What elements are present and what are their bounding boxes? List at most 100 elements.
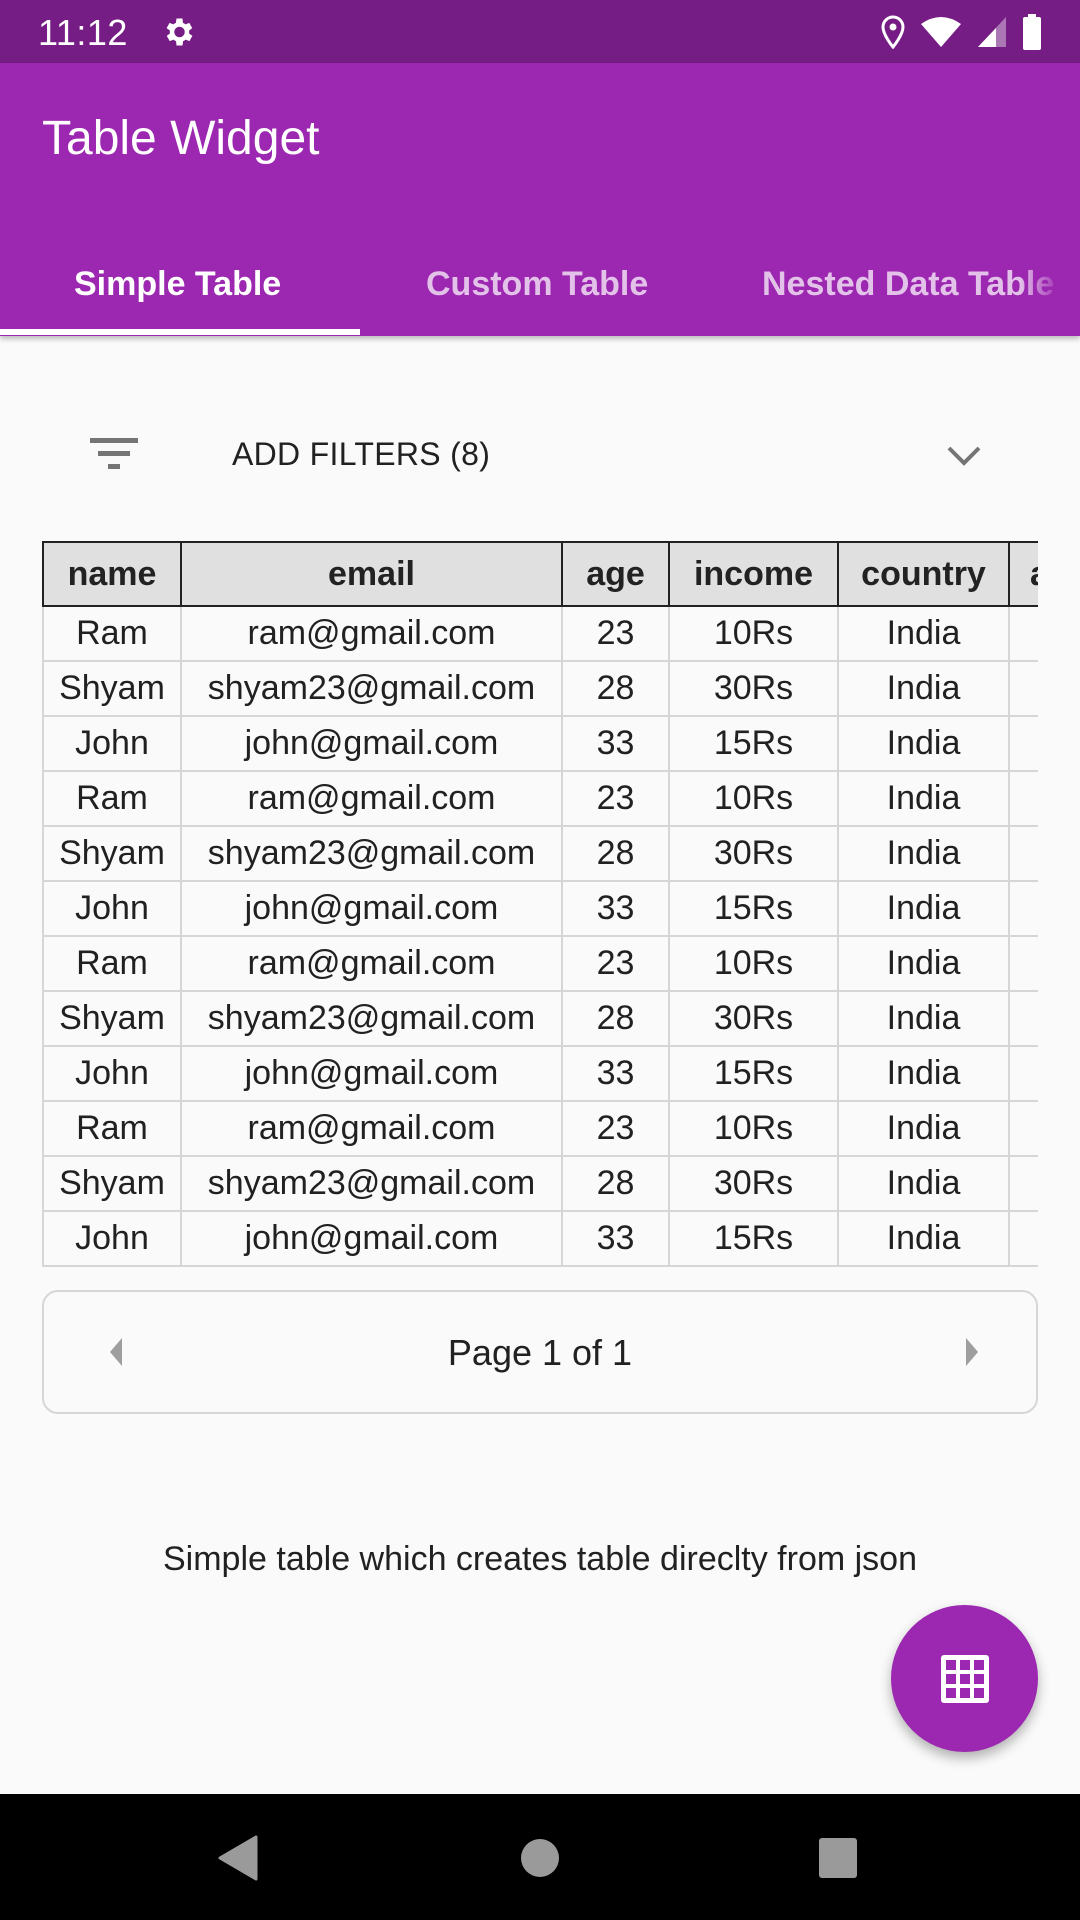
table-cell-country: India <box>837 880 1010 937</box>
table-cell-country: India <box>837 1155 1010 1212</box>
table-cell-name: Shyam <box>42 1155 182 1212</box>
table-cell-a <box>1008 1045 1038 1102</box>
table-cell-income: 10Rs <box>668 935 839 992</box>
table-cell-name: Ram <box>42 605 182 662</box>
table-cell-age: 28 <box>561 825 670 882</box>
table-row[interactable]: John john@gmail.com 33 15Rs India <box>42 1210 1038 1267</box>
table-cell-name: John <box>42 880 182 937</box>
status-time: 11:12 <box>38 12 128 53</box>
tab-simple-table[interactable]: Simple Table <box>74 241 281 336</box>
table-cell-country: India <box>837 770 1010 827</box>
table-row[interactable]: John john@gmail.com 33 15Rs India <box>42 1045 1038 1102</box>
table-cell-a <box>1008 605 1038 662</box>
table-cell-name: Shyam <box>42 825 182 882</box>
arrow-right-icon[interactable] <box>958 1334 988 1370</box>
tab-bar: Simple Table Custom Table Nested Data Ta… <box>0 241 1080 336</box>
fab-button[interactable] <box>891 1605 1038 1752</box>
back-button[interactable] <box>214 1834 262 1882</box>
table-row[interactable]: John john@gmail.com 33 15Rs India <box>42 715 1038 772</box>
table-row[interactable]: John john@gmail.com 33 15Rs India <box>42 880 1038 937</box>
table-cell-a <box>1008 715 1038 772</box>
table-cell-income: 15Rs <box>668 1045 839 1102</box>
table-cell-a <box>1008 770 1038 827</box>
table-cell-a <box>1008 990 1038 1047</box>
table-cell-age: 28 <box>561 660 670 717</box>
column-header-income[interactable]: income <box>668 541 839 607</box>
app-bar: Table Widget Simple Table Custom Table N… <box>0 63 1080 336</box>
table-cell-email: ram@gmail.com <box>180 1100 563 1157</box>
table-cell-email: john@gmail.com <box>180 1045 563 1102</box>
tab-indicator <box>0 329 360 335</box>
wifi-icon <box>921 17 961 47</box>
table-cell-email: john@gmail.com <box>180 1210 563 1267</box>
table-cell-country: India <box>837 660 1010 717</box>
table-cell-name: Shyam <box>42 990 182 1047</box>
table-cell-age: 23 <box>561 605 670 662</box>
table-cell-country: India <box>837 1100 1010 1157</box>
table-cell-email: ram@gmail.com <box>180 605 563 662</box>
table-row[interactable]: Ram ram@gmail.com 23 10Rs India <box>42 770 1038 827</box>
table-row[interactable]: Shyam shyam23@gmail.com 28 30Rs India <box>42 990 1038 1047</box>
table-cell-income: 15Rs <box>668 880 839 937</box>
data-table[interactable]: name email age income country a Ramram@g… <box>42 541 1038 1267</box>
table-cell-country: India <box>837 1210 1010 1267</box>
table-cell-email: john@gmail.com <box>180 880 563 937</box>
description-text: Simple table which creates table direclt… <box>163 1540 917 1578</box>
table-cell-name: Shyam <box>42 660 182 717</box>
table-row[interactable]: Ram ram@gmail.com 23 10Rs India <box>42 935 1038 992</box>
table-cell-name: John <box>42 1045 182 1102</box>
table-cell-a <box>1008 935 1038 992</box>
tab-custom-table[interactable]: Custom Table <box>426 241 648 336</box>
table-row[interactable]: Ram ram@gmail.com 23 10Rs India <box>42 1100 1038 1157</box>
table-cell-name: Ram <box>42 935 182 992</box>
page-indicator: Page 1 of 1 <box>447 1332 633 1373</box>
filter-toggle[interactable]: ADD FILTERS (8) <box>0 410 1080 500</box>
column-header-a[interactable]: a <box>1008 541 1038 607</box>
table-cell-income: 15Rs <box>668 715 839 772</box>
tab-scroll-fade <box>1020 241 1080 336</box>
table-cell-name: Ram <box>42 1100 182 1157</box>
table-cell-a <box>1008 1100 1038 1157</box>
table-cell-age: 33 <box>561 715 670 772</box>
column-header-country[interactable]: country <box>837 541 1010 607</box>
column-header-name[interactable]: name <box>42 541 182 607</box>
cell-signal-icon <box>978 17 1006 47</box>
gear-icon <box>166 18 193 46</box>
table-cell-income: 30Rs <box>668 990 839 1047</box>
table-cell-country: India <box>837 605 1010 662</box>
table-header-row: name email age income country a <box>42 541 1038 607</box>
table-cell-email: ram@gmail.com <box>180 935 563 992</box>
tab-nested-data-table[interactable]: Nested Data Table <box>762 241 1054 336</box>
table-cell-email: shyam23@gmail.com <box>180 660 563 717</box>
table-cell-income: 30Rs <box>668 825 839 882</box>
back-icon <box>218 1835 258 1881</box>
table-cell-income: 10Rs <box>668 1100 839 1157</box>
table-row[interactable]: Shyam shyam23@gmail.com 28 30Rs India <box>42 825 1038 882</box>
recents-button[interactable] <box>814 1834 862 1882</box>
table-row[interactable]: Shyam shyam23@gmail.com 28 30Rs India <box>42 1155 1038 1212</box>
table-cell-age: 33 <box>561 1045 670 1102</box>
column-header-age[interactable]: age <box>561 541 670 607</box>
pagination: Page 1 of 1 <box>42 1290 1038 1414</box>
table-cell-a <box>1008 880 1038 937</box>
table-cell-age: 33 <box>561 880 670 937</box>
table-cell-country: India <box>837 715 1010 772</box>
table-cell-age: 23 <box>561 770 670 827</box>
table-cell-email: shyam23@gmail.com <box>180 1155 563 1212</box>
column-header-email[interactable]: email <box>180 541 563 607</box>
home-button[interactable] <box>516 1834 564 1882</box>
battery-icon <box>1023 14 1041 50</box>
location-icon <box>881 15 905 49</box>
table-cell-name: John <box>42 715 182 772</box>
table-cell-name: John <box>42 1210 182 1267</box>
table-cell-age: 28 <box>561 1155 670 1212</box>
table-cell-income: 10Rs <box>668 605 839 662</box>
table-row[interactable]: Ram ram@gmail.com 23 10Rs India <box>42 605 1038 662</box>
table-cell-name: Ram <box>42 770 182 827</box>
status-bar: 11:12 <box>0 0 1080 63</box>
table-cell-country: India <box>837 935 1010 992</box>
table-cell-age: 23 <box>561 1100 670 1157</box>
chevron-down-icon[interactable] <box>946 444 982 468</box>
table-row[interactable]: Shyam shyam23@gmail.com 28 30Rs India <box>42 660 1038 717</box>
grid-icon <box>940 1654 989 1703</box>
